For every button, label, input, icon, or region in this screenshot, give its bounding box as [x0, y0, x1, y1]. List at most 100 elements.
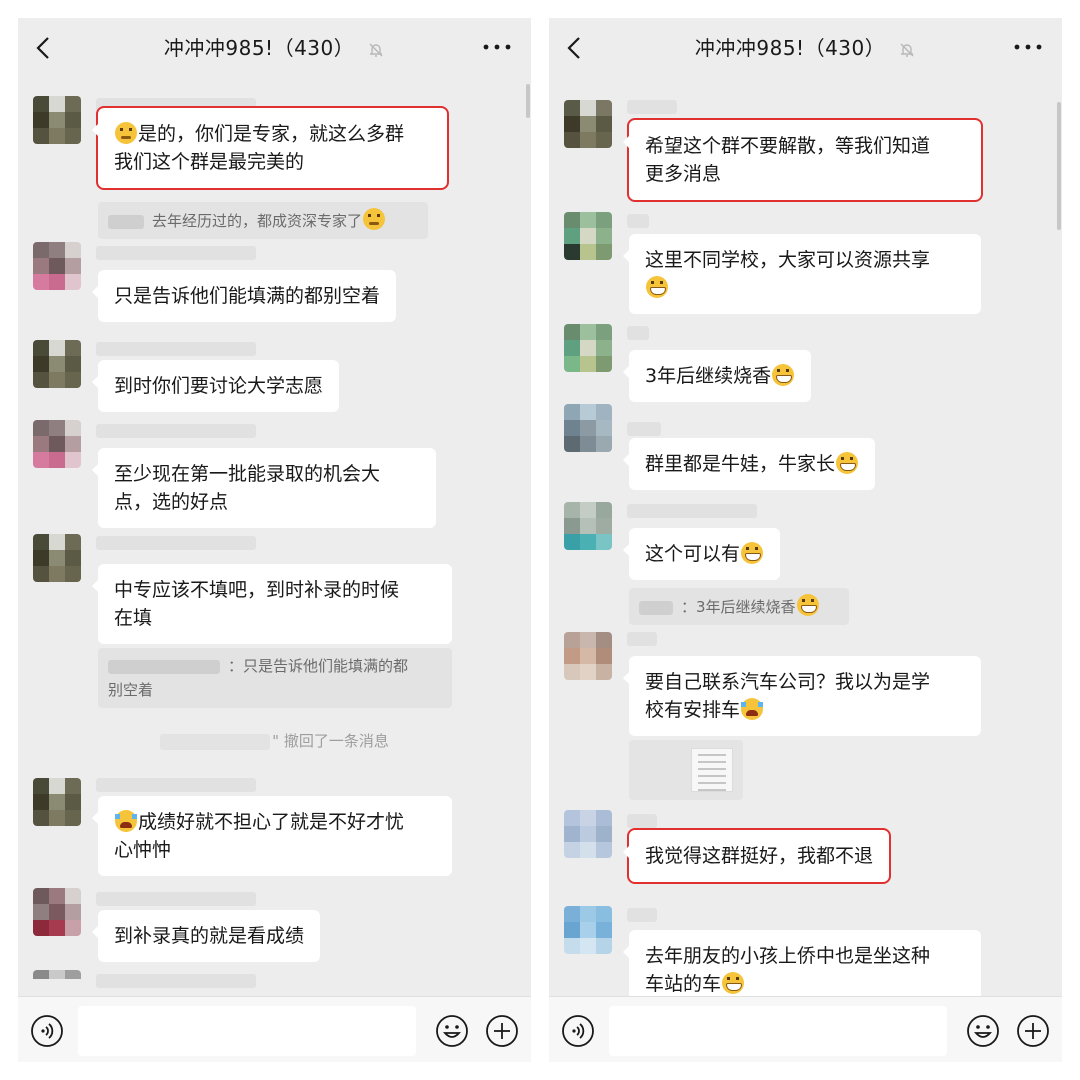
message-bubble[interactable]: 这个可以有: [622, 528, 781, 580]
sender-name-blurred: [96, 778, 256, 792]
chat-title: 冲冲冲985!（430）: [549, 32, 1062, 61]
avatar[interactable]: [564, 324, 612, 372]
quoted-sender-blurred: [108, 659, 220, 674]
sender-name-blurred: [627, 422, 661, 436]
message-bubble[interactable]: 至少现在第一批能录取的机会大 点，选的好点: [92, 448, 436, 528]
sender-name-blurred: [627, 504, 757, 518]
quote-text: ：只是告诉他们能填满的都: [228, 657, 409, 675]
message-bubble[interactable]: 3年后继续烧香: [622, 350, 812, 402]
sender-name-blurred: [627, 908, 657, 922]
sender-name-blurred: [96, 424, 256, 438]
message-bubble[interactable]: 要自己联系汽车公司？我以为是学 校有安排车: [623, 656, 981, 736]
sender-name-blurred: [627, 632, 657, 646]
voice-icon[interactable]: [30, 1014, 64, 1048]
message-input[interactable]: [609, 1006, 947, 1056]
crying-laugh-emoji-icon: [741, 698, 764, 720]
grin-emoji-icon: [741, 542, 764, 564]
avatar[interactable]: [564, 404, 612, 452]
sender-name-blurred: [96, 536, 256, 550]
message-text: 希望这个群不要解散，等我们知道: [645, 135, 931, 157]
document-thumbnail: [691, 748, 733, 792]
message-bubble[interactable]: 希望这个群不要解散，等我们知道 更多消息: [623, 118, 983, 202]
chat-window-left: 冲冲冲985!（430） 是的，你们是专家，就这么多群 我们这个群是最完美的 去…: [18, 18, 531, 1062]
avatar[interactable]: [33, 340, 81, 388]
message-bubble[interactable]: 中专应该不填吧，到时补录的时候 在填: [92, 564, 452, 644]
chat-title-text: 冲冲冲985!（430）: [694, 36, 886, 60]
avatar[interactable]: [33, 96, 81, 144]
sender-name-blurred: [627, 814, 657, 828]
quoted-reply[interactable]: ：3年后继续烧香: [629, 588, 849, 625]
scrollbar[interactable]: [1057, 102, 1061, 230]
avatar[interactable]: [564, 212, 612, 260]
message-text: 到补录真的就是看成绩: [114, 925, 305, 947]
more-dots-icon[interactable]: [483, 44, 511, 50]
emoji-icon[interactable]: [966, 1014, 1000, 1048]
quoted-reply[interactable]: 去年经历过的，都成资深专家了: [98, 202, 428, 239]
message-bubble[interactable]: 到补录真的就是看成绩: [91, 910, 321, 962]
quoted-sender-blurred: [108, 214, 144, 229]
mute-bell-icon: [900, 43, 914, 57]
grin-emoji-icon: [836, 452, 859, 474]
message-text: 心忡忡: [114, 839, 172, 861]
grin-emoji-icon: [646, 276, 668, 298]
sender-name-blurred: [627, 100, 677, 114]
message-bubble[interactable]: 到时你们要讨论大学志愿: [91, 360, 340, 412]
message-bubble[interactable]: 这里不同学校，大家可以资源共享: [623, 234, 981, 314]
input-bar: [549, 996, 1062, 1062]
thinking-emoji-icon: [363, 208, 386, 230]
message-text: 车站的车: [645, 973, 722, 995]
message-text: 校有安排车: [645, 699, 741, 721]
sender-name-blurred: [627, 326, 649, 340]
message-text: 到时你们要讨论大学志愿: [114, 375, 324, 397]
grin-emoji-icon: [722, 972, 745, 994]
message-bubble[interactable]: 只是告诉他们能填满的都别空着: [91, 270, 397, 322]
message-text: 更多消息: [645, 163, 722, 185]
more-dots-icon[interactable]: [1014, 44, 1042, 50]
avatar[interactable]: [564, 810, 612, 858]
recaller-name-blurred: [160, 733, 271, 750]
plus-icon[interactable]: [1016, 1014, 1050, 1048]
avatar[interactable]: [33, 420, 81, 468]
message-text: 我们这个群是最完美的: [114, 151, 305, 173]
avatar[interactable]: [33, 242, 81, 290]
avatar[interactable]: [33, 534, 81, 582]
message-text: 中专应该不填吧，到时补录的时候: [114, 579, 400, 601]
grin-emoji-icon: [796, 594, 819, 616]
quote-text: 别空着: [108, 681, 154, 699]
avatar[interactable]: [564, 906, 612, 954]
message-text: 这个可以有: [645, 543, 741, 565]
grin-emoji-icon: [772, 364, 795, 386]
quoted-reply[interactable]: ：只是告诉他们能填满的都 别空着: [98, 648, 452, 708]
avatar[interactable]: [33, 970, 81, 996]
avatar[interactable]: [564, 632, 612, 680]
avatar[interactable]: [33, 888, 81, 936]
message-text: 要自己联系汽车公司？我以为是学: [645, 671, 931, 693]
thinking-emoji-icon: [115, 122, 137, 144]
message-text: 至少现在第一批能录取的机会大: [114, 463, 381, 485]
chat-header: 冲冲冲985!（430）: [18, 18, 531, 78]
avatar[interactable]: [564, 502, 612, 550]
quoted-sender-blurred: [639, 600, 673, 615]
sender-name-blurred: [627, 214, 649, 228]
sender-name-blurred: [96, 246, 256, 260]
image-message[interactable]: [629, 740, 743, 800]
avatar[interactable]: [33, 778, 81, 826]
voice-icon[interactable]: [561, 1014, 595, 1048]
message-bubble[interactable]: 我觉得这群挺好，我都不退: [622, 828, 892, 884]
plus-icon[interactable]: [485, 1014, 519, 1048]
message-text: 只是告诉他们能填满的都别空着: [114, 285, 381, 307]
message-input[interactable]: [78, 1006, 416, 1056]
message-bubble[interactable]: 成绩好就不担心了就是不好才忧 心忡忡: [92, 796, 452, 876]
emoji-icon[interactable]: [435, 1014, 469, 1048]
message-text: 群里都是牛娃，牛家长: [645, 453, 836, 475]
sender-name-blurred: [96, 974, 256, 988]
message-text: 去年朋友的小孩上侨中也是坐这种: [645, 945, 931, 967]
avatar[interactable]: [564, 100, 612, 148]
message-bubble[interactable]: 群里都是牛娃，牛家长: [622, 438, 876, 490]
message-bubble[interactable]: 是的，你们是专家，就这么多群 我们这个群是最完美的: [92, 106, 449, 190]
message-text: 我觉得这群挺好，我都不退: [645, 845, 874, 867]
system-recall-notice: " 撤回了一条消息: [18, 730, 531, 751]
scrollbar[interactable]: [526, 84, 530, 118]
quote-text: ：3年后继续烧香: [681, 598, 796, 616]
chat-title-text: 冲冲冲985!（430）: [163, 36, 355, 60]
